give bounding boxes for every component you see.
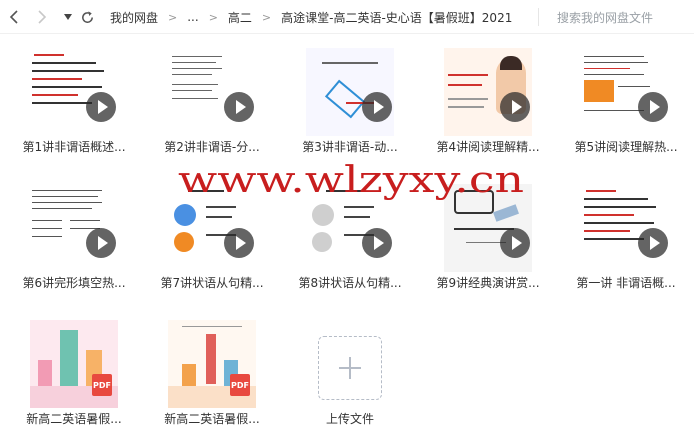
file-name: 第7讲状语从句精... bbox=[160, 276, 264, 290]
caret-down-icon[interactable] bbox=[60, 9, 76, 25]
pdf-thumbnail: PDF bbox=[168, 320, 256, 408]
play-icon bbox=[500, 228, 530, 258]
play-icon bbox=[362, 228, 392, 258]
breadcrumb-separator-icon: > bbox=[208, 10, 218, 24]
file-name: 第4讲阅读理解精... bbox=[436, 140, 540, 154]
chevron-right-icon[interactable] bbox=[34, 9, 50, 25]
breadcrumb-separator-icon: > bbox=[261, 10, 272, 24]
play-icon bbox=[500, 92, 530, 122]
video-thumbnail bbox=[306, 184, 394, 272]
pdf-thumbnail: PDF bbox=[30, 320, 118, 408]
file-name: 第一讲 非谓语概... bbox=[576, 276, 676, 290]
video-thumbnail bbox=[444, 184, 532, 272]
file-item[interactable]: 第9讲经典演讲赏... bbox=[428, 170, 548, 290]
file-item[interactable]: 第7讲状语从句精... bbox=[152, 170, 272, 290]
play-icon bbox=[362, 92, 392, 122]
video-thumbnail bbox=[582, 48, 670, 136]
file-name: 第1讲非谓语概述... bbox=[22, 140, 126, 154]
breadcrumb-separator-icon: > bbox=[168, 10, 178, 24]
file-item[interactable]: 第6讲完形填空热... bbox=[14, 170, 134, 290]
breadcrumb: 我的网盘 > ... > 高二 > 高途课堂-高二英语-史心语【暑假班】2021 bbox=[108, 9, 514, 25]
file-name: 第5讲阅读理解热... bbox=[574, 140, 678, 154]
play-icon bbox=[638, 92, 668, 122]
play-icon bbox=[86, 228, 116, 258]
refresh-icon[interactable] bbox=[79, 9, 95, 25]
plus-icon bbox=[339, 357, 361, 379]
file-name: 第2讲非谓语-分... bbox=[164, 140, 260, 154]
file-item[interactable]: PDF 新高二英语暑假... bbox=[14, 306, 134, 426]
file-item[interactable]: 第2讲非谓语-分... bbox=[152, 34, 272, 154]
play-icon bbox=[224, 228, 254, 258]
pdf-icon: PDF bbox=[92, 374, 112, 396]
file-name: 第9讲经典演讲赏... bbox=[436, 276, 540, 290]
upload-tile[interactable]: 上传文件 bbox=[290, 306, 410, 426]
video-thumbnail bbox=[582, 184, 670, 272]
file-name: 新高二英语暑假... bbox=[164, 412, 260, 426]
pdf-icon: PDF bbox=[230, 374, 250, 396]
breadcrumb-item-my-drive[interactable]: 我的网盘 bbox=[108, 9, 160, 26]
video-thumbnail bbox=[168, 48, 256, 136]
toolbar: 我的网盘 > ... > 高二 > 高途课堂-高二英语-史心语【暑假班】2021… bbox=[0, 0, 694, 34]
breadcrumb-item-current-folder[interactable]: 高途课堂-高二英语-史心语【暑假班】2021 bbox=[279, 9, 514, 26]
file-item[interactable]: 第8讲状语从句精... bbox=[290, 170, 410, 290]
video-thumbnail bbox=[444, 48, 532, 136]
file-item[interactable]: 第4讲阅读理解精... bbox=[428, 34, 548, 154]
file-item[interactable]: PDF 新高二英语暑假... bbox=[152, 306, 272, 426]
file-name: 第6讲完形填空热... bbox=[22, 276, 126, 290]
play-icon bbox=[224, 92, 254, 122]
video-thumbnail bbox=[30, 184, 118, 272]
file-name: 第3讲非谓语-动... bbox=[302, 140, 398, 154]
search-input[interactable]: 搜索我的网盘文件 bbox=[557, 9, 653, 26]
upload-label: 上传文件 bbox=[325, 412, 374, 426]
file-item[interactable]: 第3讲非谓语-动... bbox=[290, 34, 410, 154]
upload-button[interactable] bbox=[318, 336, 382, 400]
file-item[interactable]: 第一讲 非谓语概... bbox=[566, 170, 686, 290]
file-name: 第8讲状语从句精... bbox=[298, 276, 402, 290]
file-item[interactable]: 第5讲阅读理解热... bbox=[566, 34, 686, 154]
video-thumbnail bbox=[306, 48, 394, 136]
breadcrumb-item-ellipsis[interactable]: ... bbox=[185, 10, 200, 24]
toolbar-divider bbox=[538, 8, 539, 26]
file-name: 新高二英语暑假... bbox=[26, 412, 122, 426]
chevron-left-icon[interactable] bbox=[6, 9, 22, 25]
play-icon bbox=[86, 92, 116, 122]
file-grid: 第1讲非谓语概述... 第2讲非谓语-分... 第3讲非谓语-动... 第4讲阅… bbox=[0, 34, 694, 435]
file-item[interactable]: 第1讲非谓语概述... bbox=[14, 34, 134, 154]
play-icon bbox=[638, 228, 668, 258]
video-thumbnail bbox=[30, 48, 118, 136]
breadcrumb-item-grade[interactable]: 高二 bbox=[226, 9, 254, 26]
video-thumbnail bbox=[168, 184, 256, 272]
